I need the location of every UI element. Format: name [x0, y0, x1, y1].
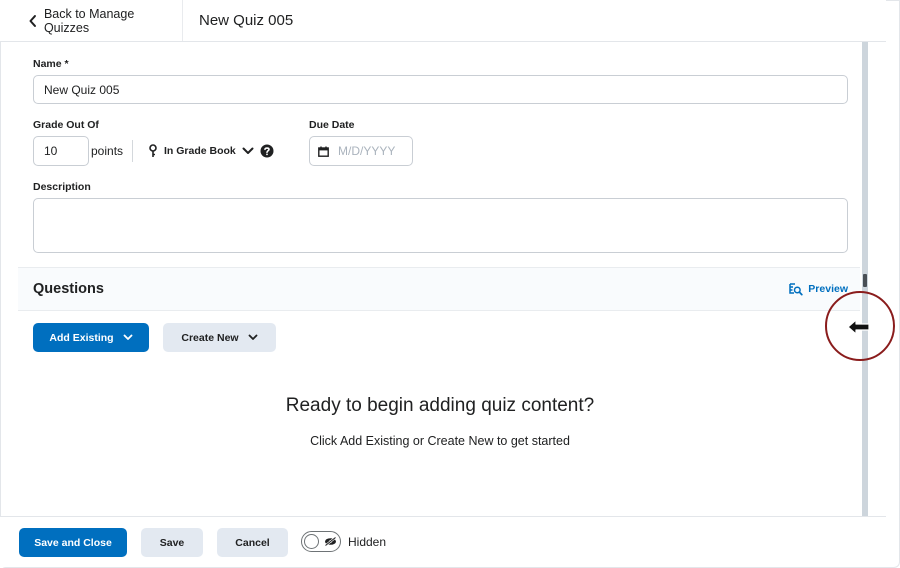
- cancel-label: Cancel: [235, 536, 270, 549]
- eye-hidden-icon: [324, 536, 337, 547]
- save-and-close-button[interactable]: Save and Close: [19, 528, 127, 557]
- questions-title: Questions: [33, 281, 104, 297]
- grade-book-label: In Grade Book: [164, 145, 236, 157]
- points-label: points: [91, 144, 124, 158]
- calendar-icon: [318, 146, 329, 157]
- pin-icon: [149, 144, 157, 157]
- back-to-manage-quizzes-link[interactable]: Back to Manage Quizzes: [0, 0, 183, 41]
- preview-search-icon: [789, 282, 803, 295]
- toggle-knob: [304, 534, 319, 549]
- back-link-label: Back to Manage Quizzes: [43, 6, 135, 35]
- due-date-input[interactable]: M/D/YYYY: [309, 136, 413, 166]
- due-date-label: Due Date: [309, 119, 355, 131]
- grade-book-dropdown[interactable]: In Grade Book: [148, 142, 254, 160]
- add-existing-button[interactable]: Add Existing: [33, 323, 149, 352]
- save-and-close-label: Save and Close: [34, 536, 112, 549]
- visibility-label: Hidden: [348, 535, 387, 549]
- name-label: Name *: [33, 58, 69, 70]
- name-input[interactable]: [33, 75, 848, 104]
- chevron-down-icon: [242, 147, 254, 154]
- visibility-toggle[interactable]: [301, 531, 341, 552]
- arrow-left-icon: [847, 319, 870, 335]
- top-bar: Back to Manage Quizzes New Quiz 005: [0, 0, 886, 42]
- page-title: New Quiz 005: [199, 12, 294, 29]
- footer-bar: [0, 516, 886, 567]
- chevron-left-icon: [29, 14, 36, 27]
- save-button[interactable]: Save: [141, 528, 203, 557]
- description-label: Description: [33, 181, 91, 193]
- chevron-down-icon: [248, 334, 257, 340]
- due-date-placeholder: M/D/YYYY: [338, 144, 396, 158]
- description-textarea[interactable]: [33, 198, 848, 253]
- cancel-button[interactable]: Cancel: [217, 528, 288, 557]
- grade-out-of-input[interactable]: [33, 136, 89, 166]
- questions-section-header: Questions Preview: [18, 267, 860, 311]
- create-new-label: Create New: [181, 331, 239, 344]
- grade-out-of-label: Grade Out Of: [33, 119, 99, 131]
- add-existing-label: Add Existing: [49, 331, 114, 344]
- chevron-down-icon: [123, 334, 132, 340]
- save-label: Save: [159, 536, 185, 549]
- create-new-button[interactable]: Create New: [163, 323, 276, 352]
- scrollbar-thumb[interactable]: [863, 274, 867, 287]
- preview-label: Preview: [808, 283, 848, 295]
- empty-state-title: Ready to begin adding quiz content?: [285, 395, 595, 416]
- empty-state-subtitle: Click Add Existing or Create New to get …: [310, 434, 570, 448]
- help-circle-icon[interactable]: [260, 144, 274, 158]
- divider: [132, 140, 133, 162]
